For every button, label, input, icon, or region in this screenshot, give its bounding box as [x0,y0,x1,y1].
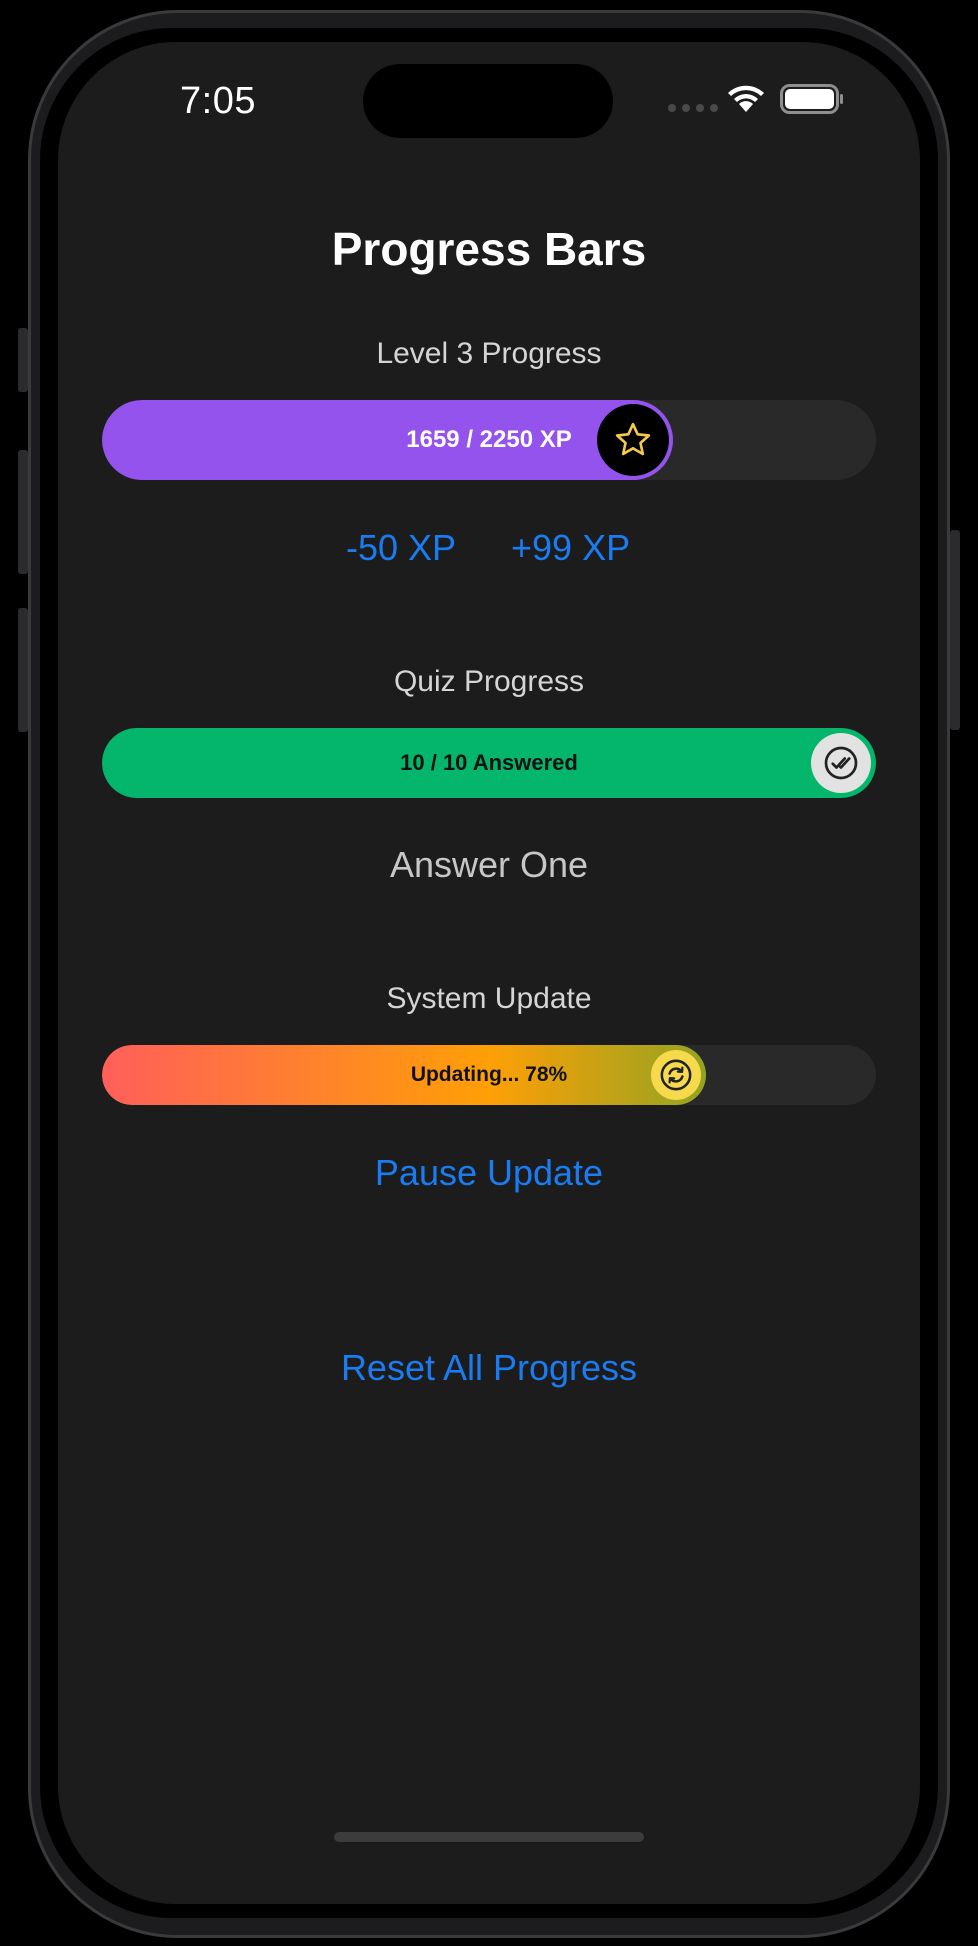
power-button [950,530,960,730]
reset-all-progress-button[interactable]: Reset All Progress [58,1347,920,1389]
status-time: 7:05 [180,80,256,122]
pause-update-button[interactable]: Pause Update [58,1152,920,1194]
dynamic-island [363,64,613,138]
action-button [18,328,28,392]
plus-xp-button[interactable]: +99 XP [511,527,630,569]
answer-one-button[interactable]: Answer One [58,844,920,886]
wifi-icon [728,85,764,112]
quiz-knob [811,733,871,793]
quiz-progress-text: 10 / 10 Answered [400,750,578,775]
star-icon [615,422,651,456]
double-check-icon [824,746,858,780]
page-title: Progress Bars [331,223,647,275]
system-update-label: System Update [386,982,592,1015]
volume-down-button [18,608,28,732]
update-knob [651,1050,701,1100]
battery-icon [780,84,843,114]
quiz-progress-label: Quiz Progress [393,665,585,698]
minus-xp-button[interactable]: -50 XP [346,527,456,569]
quiz-progress-bar: 10 / 10 Answered [102,728,876,798]
volume-up-button [18,450,28,574]
app-screen: 7:05 Progress Bars Level 3 Progress 1659… [58,42,920,1904]
home-indicator [334,1832,644,1842]
system-update-bar: Updating... 78% [102,1045,876,1105]
system-update-text: Updating... 78% [410,1063,568,1086]
refresh-icon [660,1059,692,1091]
level-progress-label: Level 3 Progress [376,337,602,370]
cellular-signal-icon [668,104,718,112]
level-knob [597,404,669,476]
level-progress-text: 1659 / 2250 XP [406,426,572,453]
level-progress-bar: 1659 / 2250 XP [102,400,876,480]
